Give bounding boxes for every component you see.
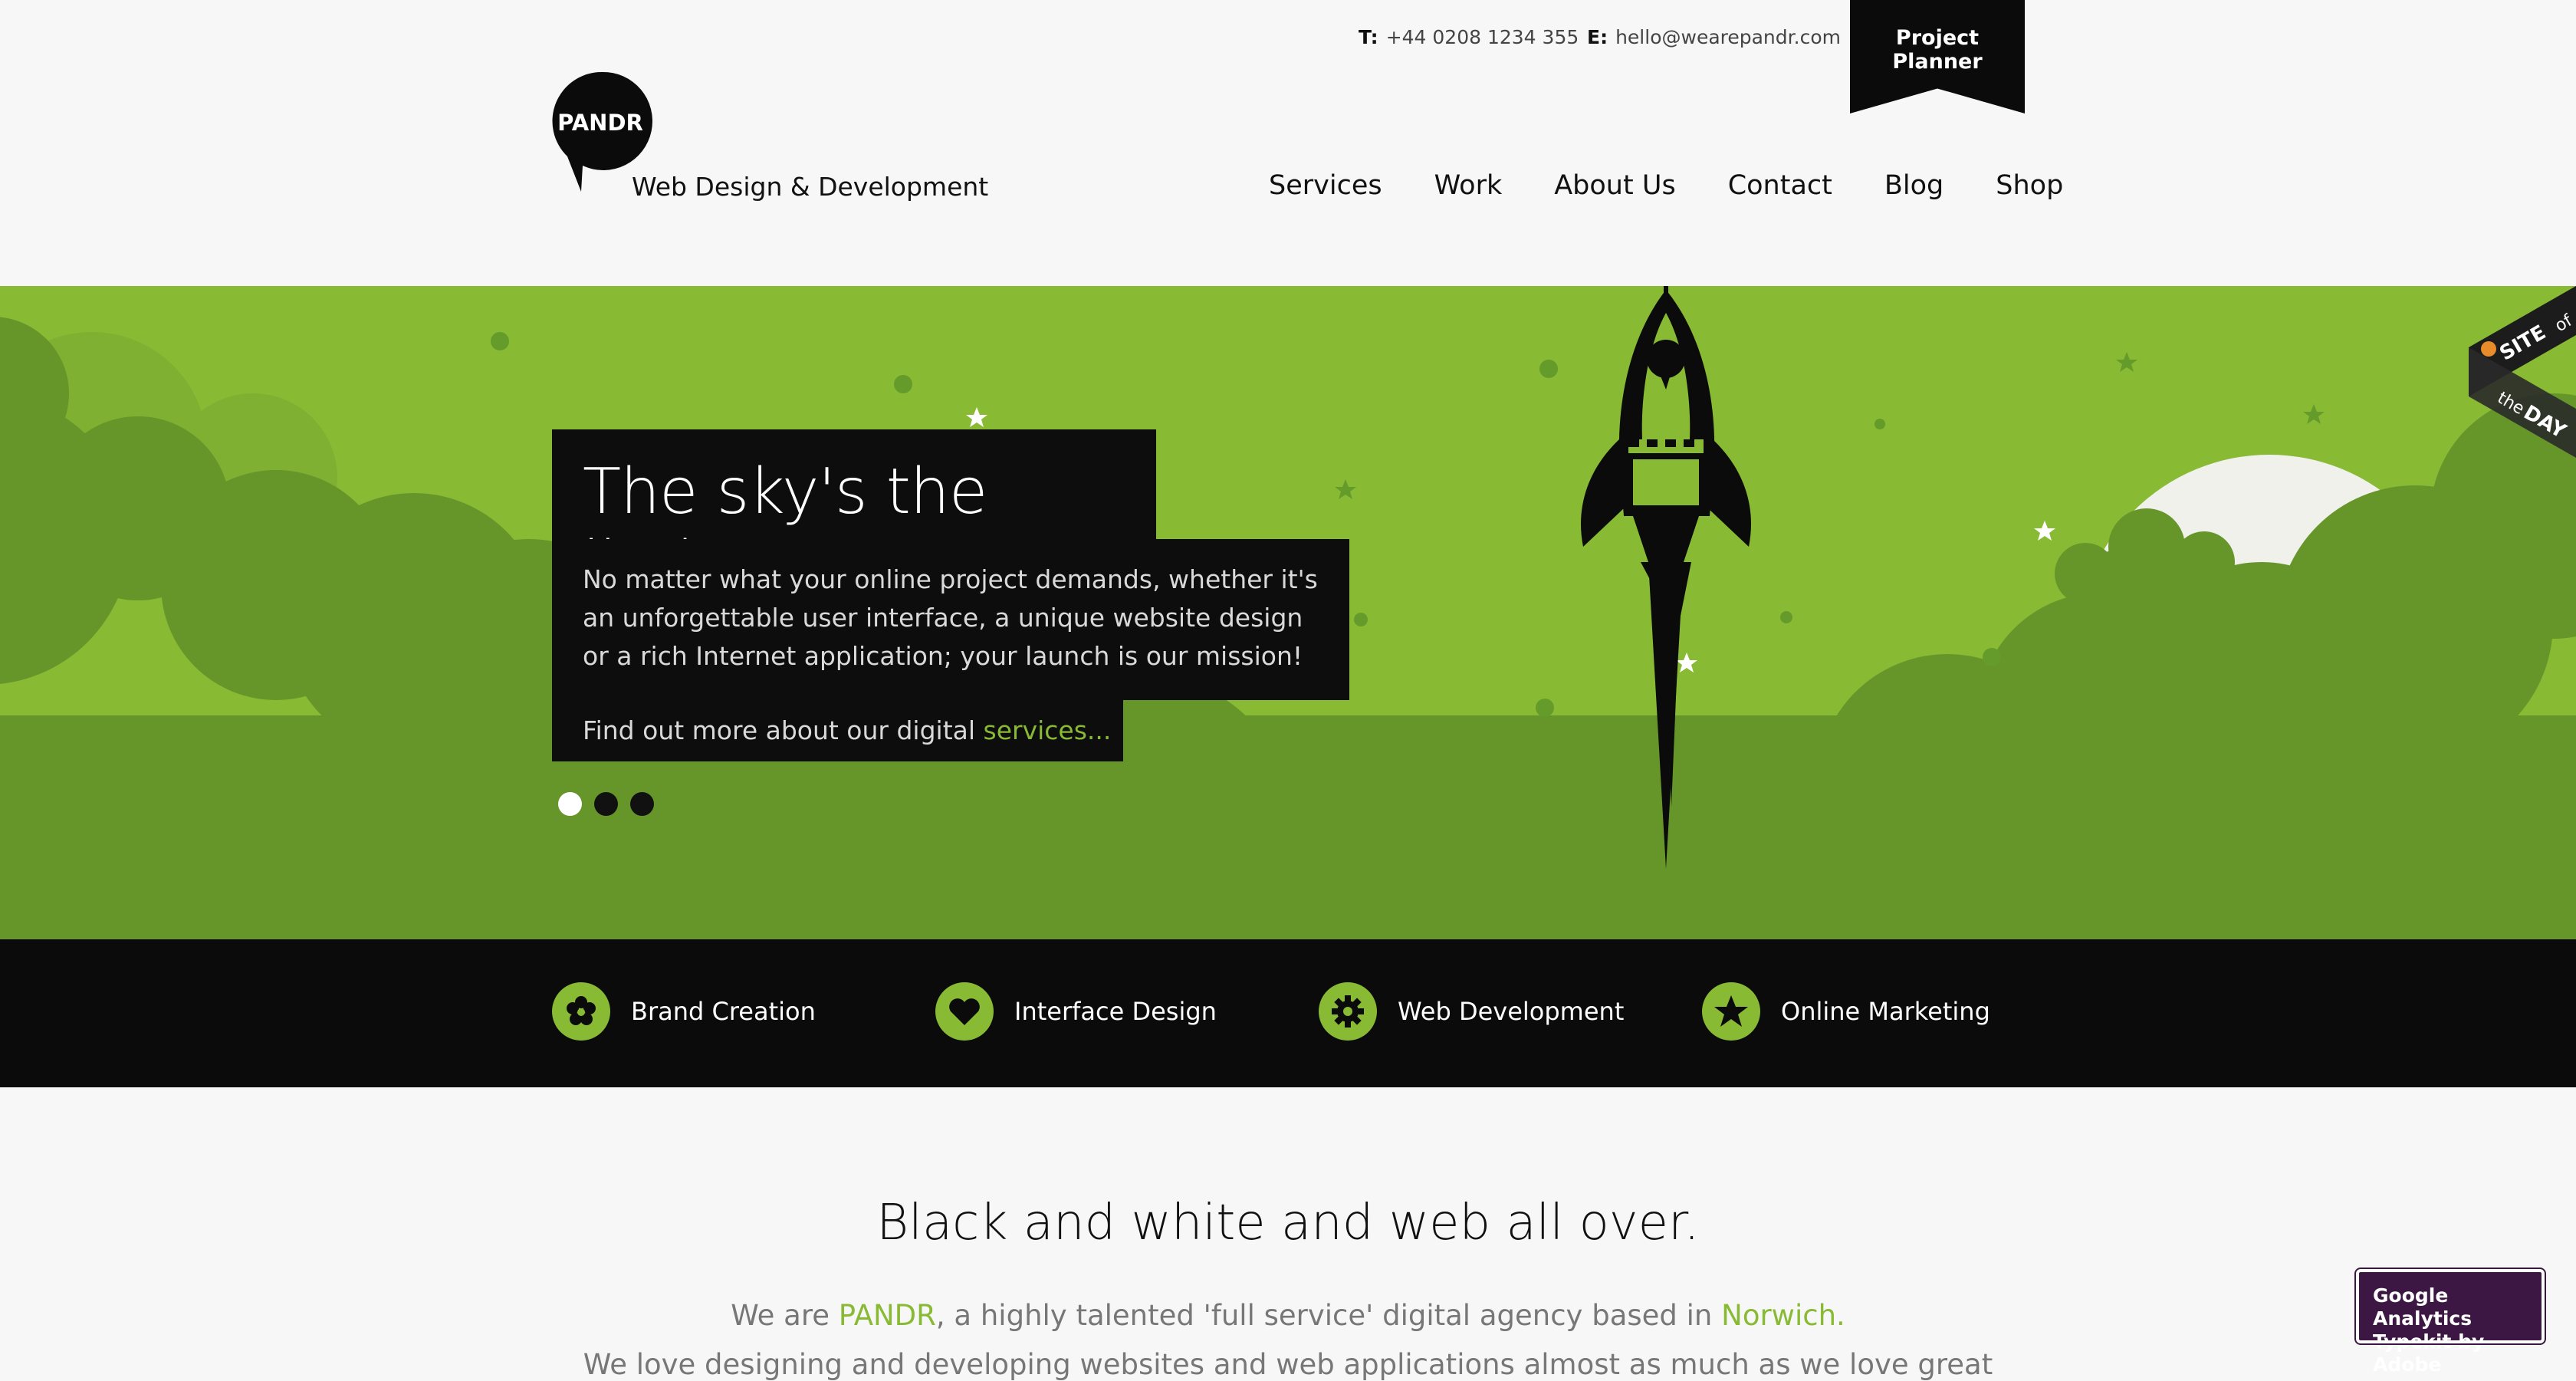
- nav-item-about-us[interactable]: About Us: [1554, 170, 1675, 201]
- hero-intro-text: No matter what your online project deman…: [583, 564, 1318, 671]
- service-label: Online Marketing: [1781, 997, 1990, 1026]
- nav-item-shop[interactable]: Shop: [1996, 170, 2063, 201]
- nav-item-work[interactable]: Work: [1434, 170, 1503, 201]
- gear-icon: [1319, 982, 1377, 1041]
- sotd-logo-icon: [2481, 341, 2496, 357]
- slider-dot-1[interactable]: [558, 792, 582, 816]
- about-title: Black and white and web all over.: [0, 1195, 2576, 1251]
- flower-icon: [552, 982, 610, 1041]
- logo-wordmark: PANDR: [557, 110, 643, 136]
- overlay-line-2: Typekit by Adobe: [2373, 1330, 2542, 1376]
- heart-icon: [935, 982, 994, 1041]
- about-section: Black and white and web all over. We are…: [0, 1087, 2576, 1366]
- hero-banner: SITE of the DAY The sky's the limit! No …: [0, 286, 2576, 939]
- service-label: Brand Creation: [631, 997, 816, 1026]
- slider-dot-2[interactable]: [594, 792, 618, 816]
- email-label: E:: [1587, 26, 1608, 48]
- site-tagline: Web Design & Development: [632, 172, 988, 202]
- analytics-overlay-badge[interactable]: Google Analytics Typekit by Adobe: [2356, 1269, 2545, 1343]
- service-label: Web Development: [1398, 997, 1624, 1026]
- services-link[interactable]: services...: [984, 715, 1112, 745]
- nav-item-blog[interactable]: Blog: [1884, 170, 1944, 201]
- hero-more-text: Find out more about our digital: [583, 715, 984, 745]
- about-second-line: We love designing and developing website…: [0, 1348, 2576, 1381]
- nav-item-contact[interactable]: Contact: [1728, 170, 1832, 201]
- about-mid-text: , a highly talented 'full service' digit…: [936, 1299, 1721, 1332]
- hero-headline-box: The sky's the limit!: [552, 429, 1156, 539]
- phone-number[interactable]: +44 0208 1234 355: [1386, 26, 1579, 48]
- hero-more-box: Find out more about our digital services…: [552, 700, 1123, 761]
- service-online-marketing[interactable]: Online Marketing: [1702, 982, 1990, 1041]
- slider-pagination: [558, 792, 654, 816]
- about-intro-line: We are PANDR, a highly talented 'full se…: [0, 1299, 2576, 1332]
- overlay-line-1: Google Analytics: [2373, 1284, 2542, 1330]
- phone-label: T:: [1359, 26, 1378, 48]
- project-planner-button[interactable]: Project Planner: [1850, 0, 2025, 113]
- phone-contact[interactable]: T: +44 0208 1234 355: [1359, 26, 1579, 48]
- site-header: T: +44 0208 1234 355 E: hello@wearepandr.c…: [0, 0, 2576, 286]
- norwich-link[interactable]: Norwich.: [1721, 1299, 1845, 1332]
- about-prefix: We are: [731, 1299, 839, 1332]
- service-brand-creation[interactable]: Brand Creation: [552, 982, 816, 1041]
- main-nav: Services Work About Us Contact Blog Shop: [1269, 170, 2063, 201]
- service-web-development[interactable]: Web Development: [1319, 982, 1624, 1041]
- pandr-link[interactable]: PANDR: [839, 1299, 936, 1332]
- email-address[interactable]: hello@wearepandr.com: [1615, 26, 1841, 48]
- hero-intro-box: No matter what your online project deman…: [552, 539, 1349, 700]
- email-contact[interactable]: E: hello@wearepandr.com: [1587, 26, 1841, 48]
- star-icon: [1702, 982, 1760, 1041]
- site-of-the-day-badge[interactable]: SITE of the DAY: [2469, 286, 2576, 470]
- slider-dot-3[interactable]: [630, 792, 654, 816]
- service-interface-design[interactable]: Interface Design: [935, 982, 1217, 1041]
- service-label: Interface Design: [1014, 997, 1217, 1026]
- services-bar: Brand Creation Interface Design Web Deve…: [0, 939, 2576, 1087]
- nav-item-services[interactable]: Services: [1269, 170, 1382, 201]
